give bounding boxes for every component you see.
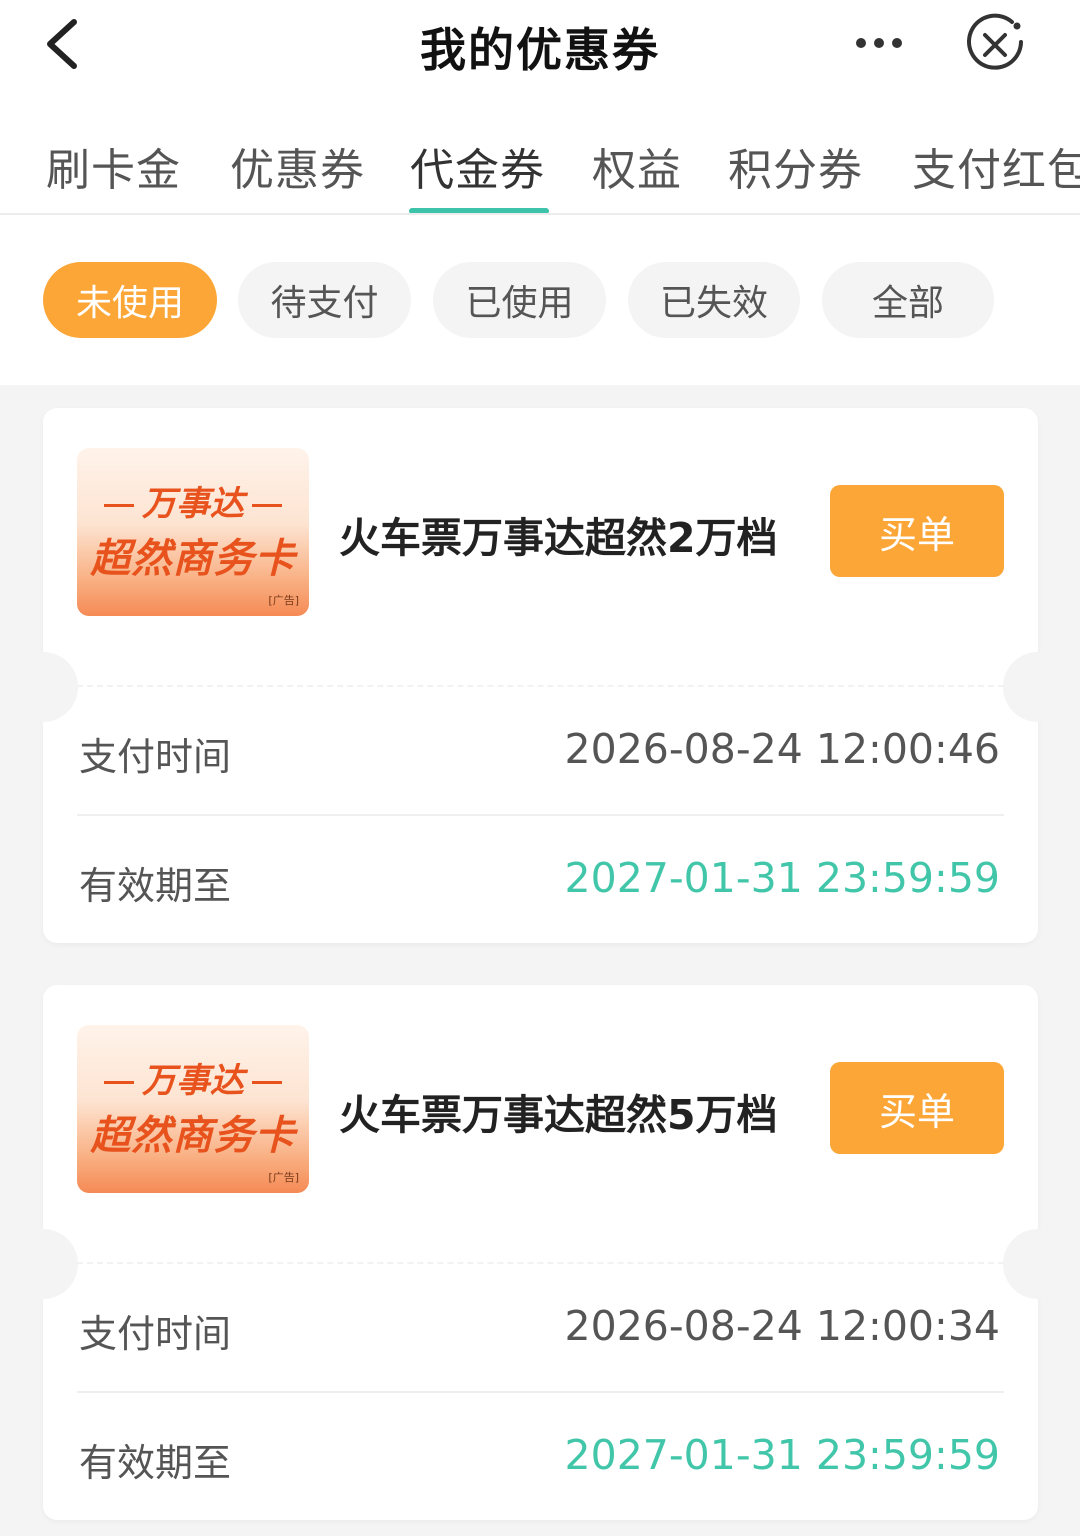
more-dots-icon: [856, 38, 902, 48]
navigation-bar: 我的优惠券: [0, 0, 1080, 110]
close-circle-icon: [967, 13, 1023, 70]
coupon-card[interactable]: 万事达 超然商务卡 [广告] 火车票万事达超然2万档 买单 支付时间 2026-…: [8, 408, 1073, 943]
filter-used[interactable]: 已使用: [433, 262, 606, 338]
buy-button[interactable]: 买单: [830, 485, 1004, 577]
row-divider: [77, 1391, 1004, 1393]
coupon-title: 火车票万事达超然5万档: [339, 1091, 778, 1139]
expire-label: 有效期至: [79, 864, 232, 908]
active-tab-indicator: [409, 208, 549, 213]
coupon-thumbnail: 万事达 超然商务卡 [广告]: [77, 448, 309, 616]
coupon-card[interactable]: 万事达 超然商务卡 [广告] 火车票万事达超然5万档 买单 支付时间 2026-…: [8, 985, 1073, 1520]
pay-time-label: 支付时间: [79, 1312, 232, 1356]
filter-unused[interactable]: 未使用: [43, 262, 217, 338]
ticket-notch-left: [8, 652, 78, 722]
category-tabs: 刷卡金 优惠券 代金券 权益 积分券 支付红包: [0, 110, 1080, 215]
ticket-notch-left: [8, 1229, 78, 1299]
tab-jifenquan[interactable]: 积分券: [728, 134, 863, 198]
filter-pending-payment[interactable]: 待支付: [238, 262, 411, 338]
tab-youhuiquan[interactable]: 优惠券: [230, 134, 365, 198]
more-button[interactable]: [850, 20, 910, 66]
coupon-thumbnail: 万事达 超然商务卡 [广告]: [77, 1025, 309, 1193]
thumbnail-card-name: 超然商务卡: [90, 1113, 296, 1159]
thumbnail-brand-text: 万事达: [142, 484, 244, 524]
filter-expired[interactable]: 已失效: [628, 262, 800, 338]
buy-button[interactable]: 买单: [830, 1062, 1004, 1154]
row-divider: [77, 814, 1004, 816]
tab-zhifuhongbao[interactable]: 支付红包: [912, 134, 1080, 198]
pay-time-value: 2026-08-24 12:00:46: [564, 725, 1000, 773]
ticket-notch-right: [1003, 1229, 1073, 1299]
filter-all[interactable]: 全部: [822, 262, 994, 338]
dashed-divider: [77, 685, 1004, 687]
pay-time-value: 2026-08-24 12:00:34: [564, 1302, 1000, 1350]
page-title: 我的优惠券: [420, 23, 660, 77]
ad-label: [广告]: [268, 594, 299, 607]
expire-value: 2027-01-31 23:59:59: [564, 854, 1000, 902]
ad-label: [广告]: [268, 1171, 299, 1184]
thumbnail-card-name: 超然商务卡: [90, 536, 296, 582]
tab-daijinquan[interactable]: 代金券: [410, 134, 545, 198]
close-button[interactable]: [962, 12, 1028, 78]
expire-label: 有效期至: [79, 1441, 232, 1485]
tab-shuakajin[interactable]: 刷卡金: [46, 134, 181, 198]
dashed-divider: [77, 1262, 1004, 1264]
thumbnail-brand-text: 万事达: [142, 1061, 244, 1101]
tab-quanyi[interactable]: 权益: [592, 134, 682, 198]
coupon-title: 火车票万事达超然2万档: [339, 514, 778, 562]
expire-value: 2027-01-31 23:59:59: [564, 1431, 1000, 1479]
top-header-area: 我的优惠券 刷卡金 优惠券 代金券 权益 积分券 支付红包 未使用 待支付 已使…: [0, 0, 1080, 385]
pay-time-label: 支付时间: [79, 735, 232, 779]
ticket-notch-right: [1003, 652, 1073, 722]
